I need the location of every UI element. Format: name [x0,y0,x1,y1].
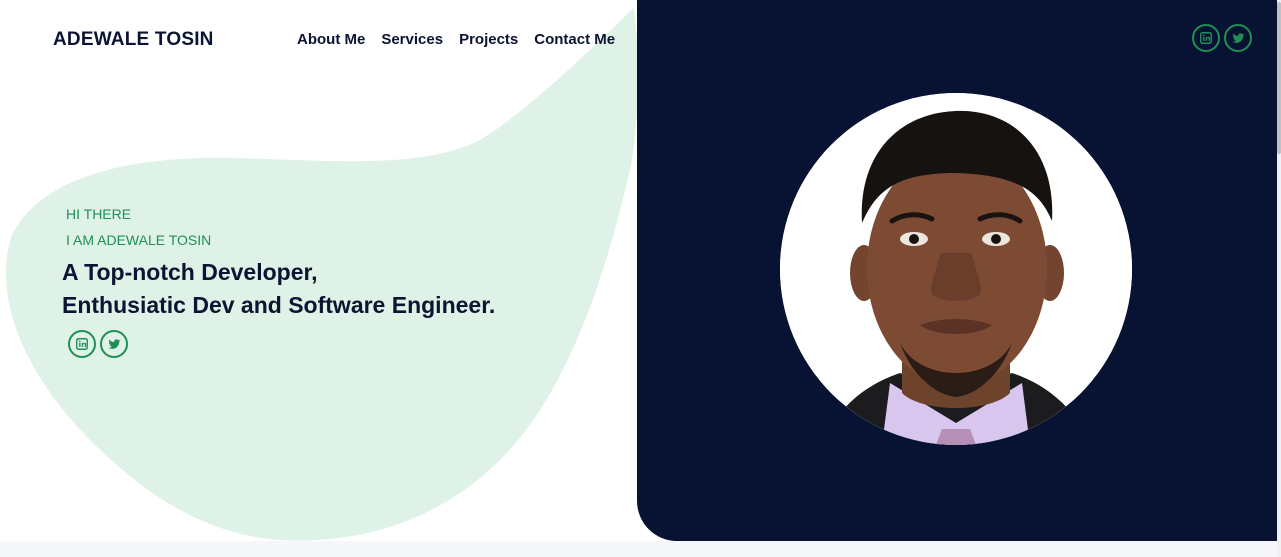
twitter-icon [1231,31,1245,45]
scrollbar-thumb[interactable] [1277,2,1281,154]
linkedin-icon [75,337,89,351]
twitter-link[interactable] [1224,24,1252,52]
twitter-icon [107,337,121,351]
hero-headline: A Top-notch Developer, Enthusiatic Dev a… [62,256,495,322]
hero-intro: HI THERE I AM ADEWALE TOSIN A Top-notch … [62,206,495,322]
twitter-link[interactable] [100,330,128,358]
linkedin-link[interactable] [68,330,96,358]
linkedin-link[interactable] [1192,24,1220,52]
hero-greeting: HI THERE [66,206,132,222]
profile-photo [780,93,1132,445]
headline-line-1: A Top-notch Developer, [62,259,318,285]
page-scrollbar[interactable] [1277,0,1281,557]
nav-projects[interactable]: Projects [459,31,518,48]
nav-about-me[interactable]: About Me [297,31,365,48]
next-section-edge [0,541,1281,557]
hero-social-links [68,330,128,358]
brand-logo-text[interactable]: ADEWALE TOSIN [53,29,214,51]
main-nav: About Me Services Projects Contact Me [297,31,615,48]
nav-contact-me[interactable]: Contact Me [534,31,615,48]
header-social-links [1192,24,1252,52]
linkedin-icon [1199,31,1213,45]
headline-line-2: Enthusiatic Dev and Software Engineer. [62,292,496,318]
nav-services[interactable]: Services [381,31,443,48]
hero-intro-name: I AM ADEWALE TOSIN [66,232,212,248]
